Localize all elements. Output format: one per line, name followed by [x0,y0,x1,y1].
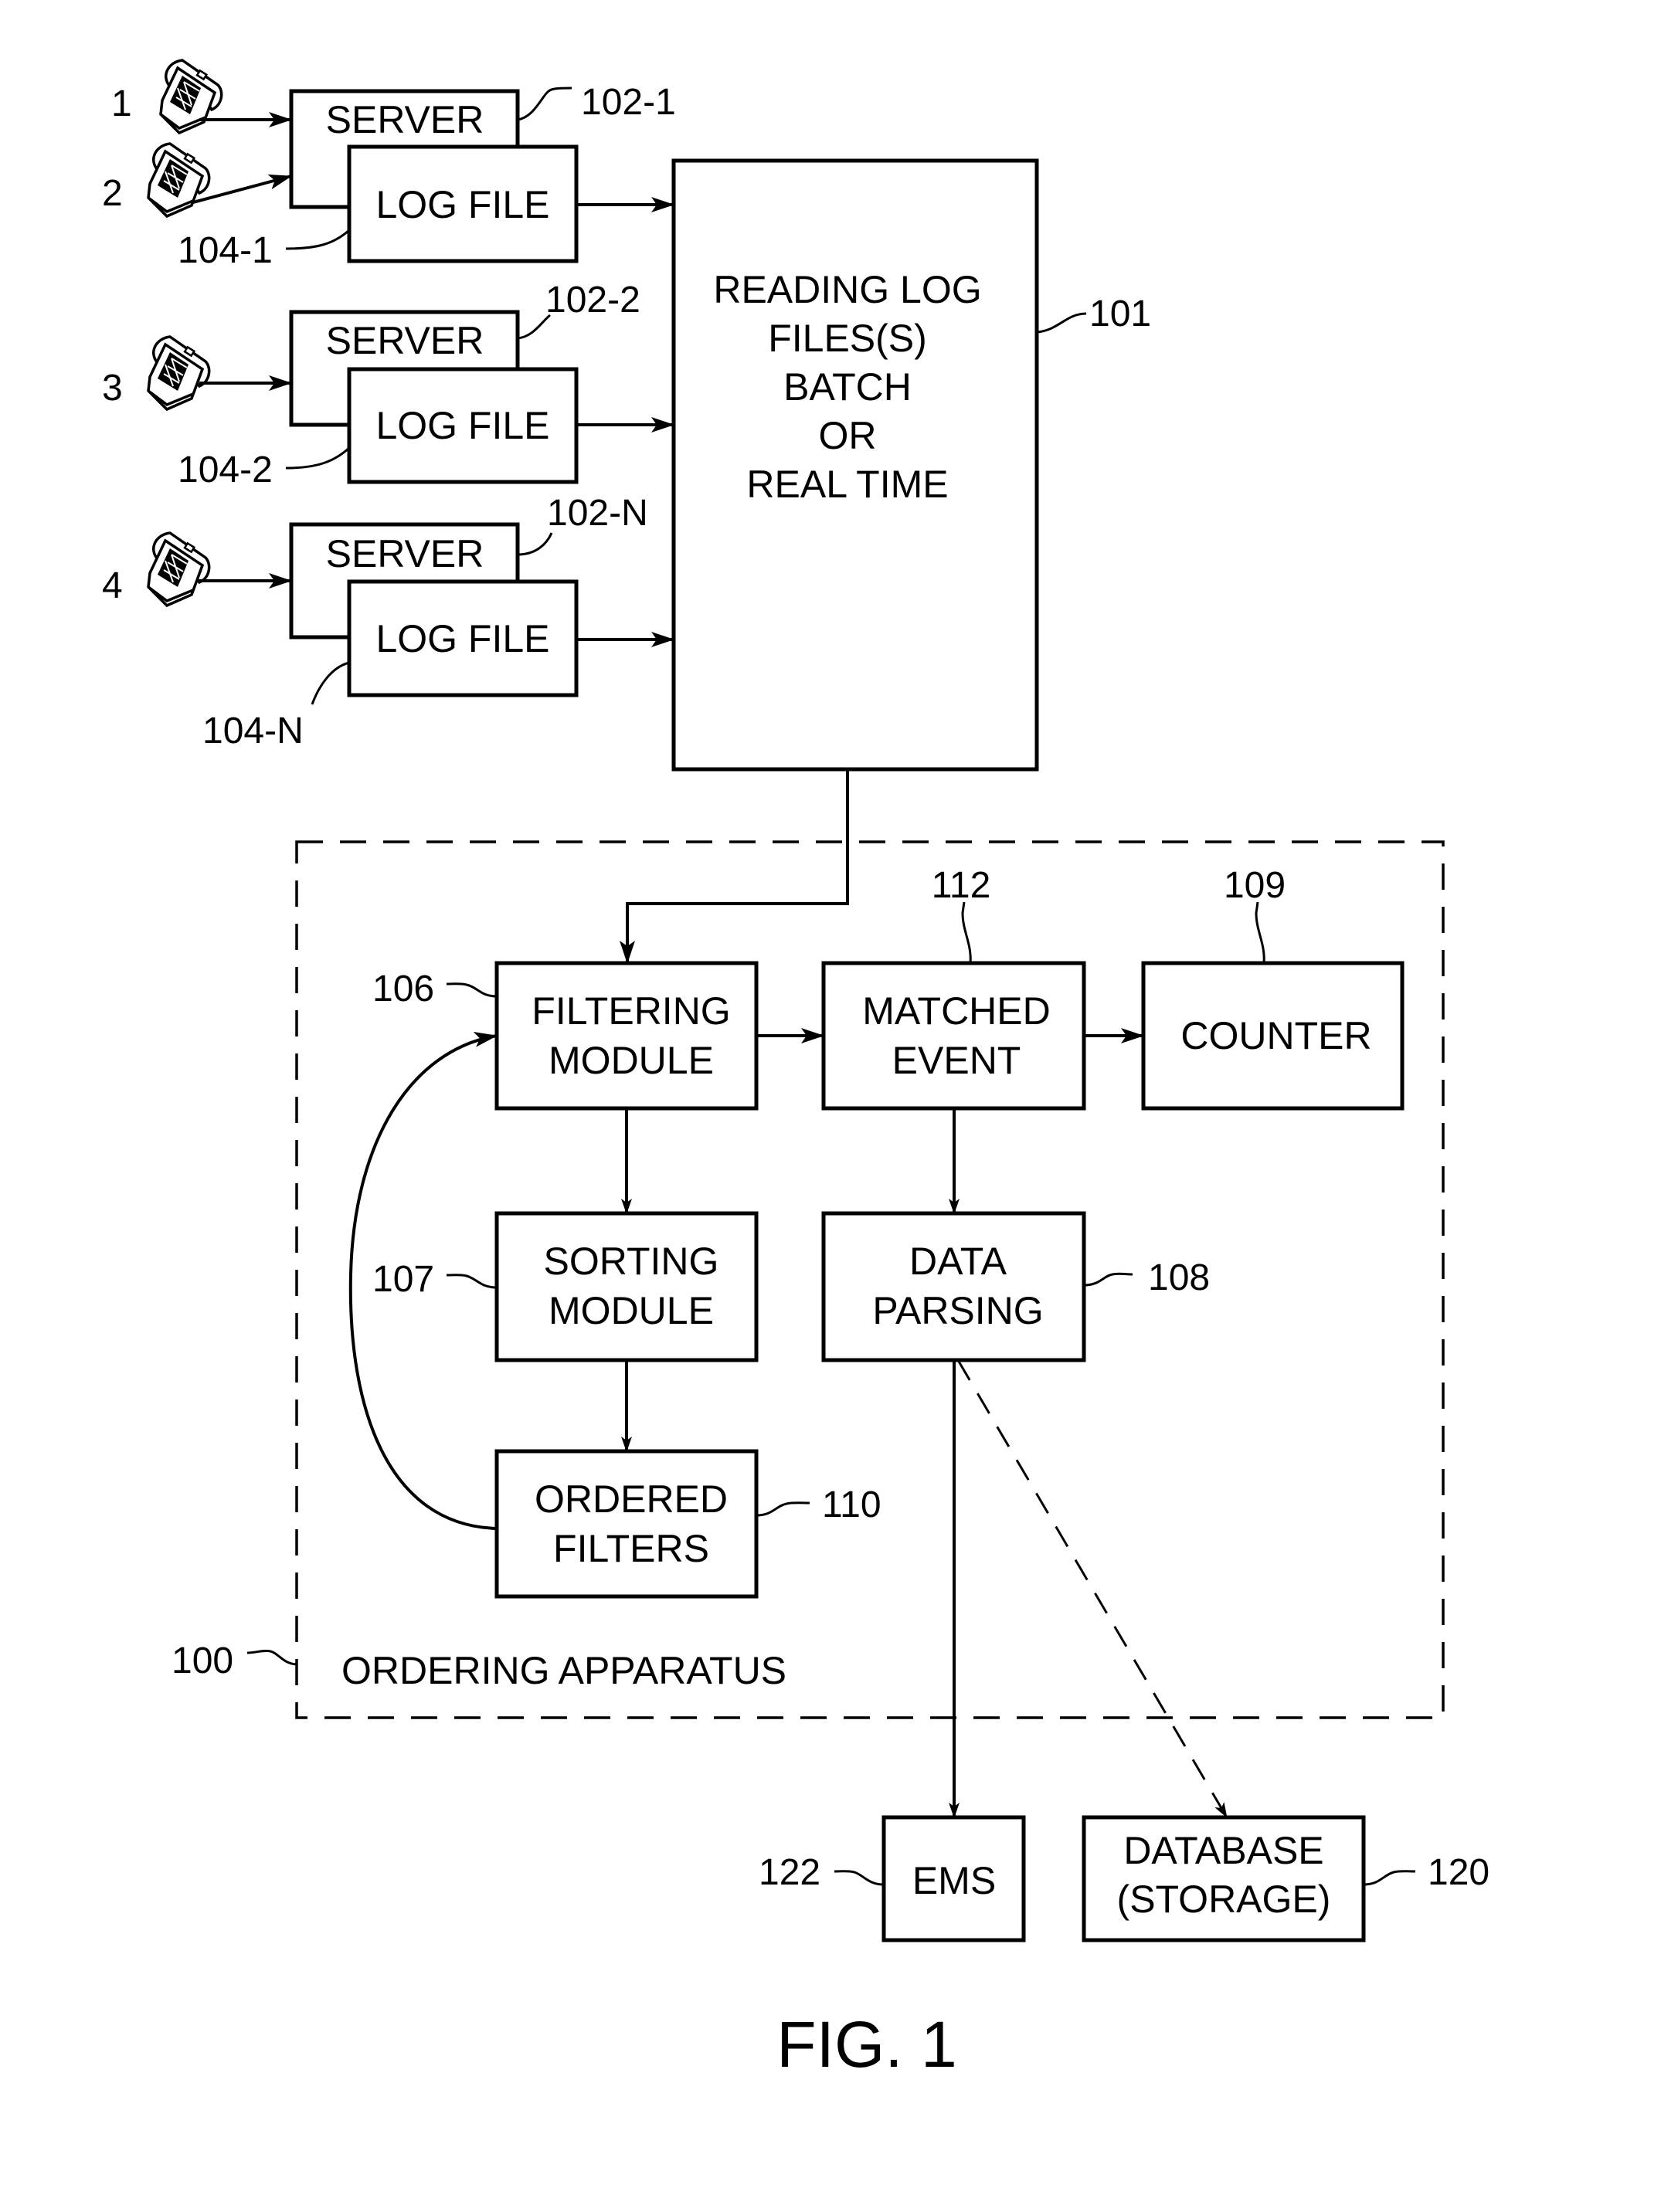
server-label: SERVER [326,532,484,575]
ref-server: 102-2 [545,280,640,321]
filtering-module: FILTERING MODULE 106 [372,961,759,1111]
ordered-filters: ORDERED FILTERS 110 [494,1449,881,1599]
ref-parsing: 108 [1148,1257,1210,1298]
parsing-line-1: DATA [909,1240,1007,1283]
leader-line [446,1274,498,1289]
dashed-arrow-parsing-database [956,1359,1228,1818]
sorting-module: SORTING MODULE 107 [372,1211,759,1362]
database-storage: DATABASE (STORAGE) 120 [1082,1815,1489,1942]
leader-line [1036,312,1087,334]
leader-line [1083,1272,1133,1287]
parsing-box [821,1211,1086,1362]
log-file-label: LOG FILE [375,404,549,447]
leader-line [834,1870,885,1886]
leader-line [961,901,972,964]
leader-line [517,532,553,556]
phone-label: 2 [102,173,123,214]
ref-log-file: 104-1 [178,230,273,271]
ref-log-file: 104-N [202,711,304,751]
sorting-line-2: MODULE [549,1289,714,1332]
server-group-1: SERVER LOG FILE 102-1 104-1 [178,82,676,271]
matched-line-1: MATCHED [862,989,1051,1033]
ref-ems: 122 [759,1852,820,1893]
reader-line-4: OR [819,414,877,457]
ref-database: 120 [1428,1852,1489,1893]
arrow-reader-filtering [620,769,849,964]
matched-line-2: EVENT [892,1039,1021,1082]
telephone-icon [147,142,211,218]
phone-1: 1 [111,59,223,134]
telephone-icon [147,531,211,607]
ref-sorting: 107 [372,1259,434,1300]
ref-server: 102-1 [581,82,676,123]
leader-line [1255,901,1265,964]
ref-apparatus: 100 [172,1640,233,1681]
leader-line [1363,1870,1416,1886]
telephone-icon [147,335,211,411]
ordered-box [494,1449,759,1599]
matched-event: MATCHED EVENT 112 [821,865,1086,1111]
ref-ordered: 110 [822,1484,881,1525]
ref-matched: 112 [932,865,991,906]
database-line-2: (STORAGE) [1117,1878,1331,1921]
matched-box [821,961,1086,1111]
parsing-line-2: PARSING [872,1289,1043,1332]
leader-line [246,1649,297,1666]
ref-filtering: 106 [372,969,434,1009]
ems-line-1: EMS [912,1859,996,1902]
ems: EMS 122 [759,1815,1026,1942]
log-file-label: LOG FILE [375,617,549,660]
telephone-icon [159,59,223,134]
leader-line [446,982,498,998]
reader-block: READING LOG FILES(S) BATCH OR REAL TIME … [671,158,1151,772]
counter-line-1: COUNTER [1180,1014,1371,1057]
server-group-2: SERVER LOG FILE 102-2 104-2 [178,280,640,490]
data-parsing: DATA PARSING 108 [821,1211,1210,1362]
apparatus-label: ORDERING APPARATUS [341,1649,786,1692]
ordered-line-2: FILTERS [553,1527,709,1570]
leader-line [285,446,351,470]
server-label: SERVER [326,319,484,362]
counter: COUNTER 109 [1141,865,1405,1111]
filtering-line-1: FILTERING [532,989,730,1033]
phone-2: 2 [102,142,211,218]
sorting-line-1: SORTING [544,1240,719,1283]
reader-line-5: REAL TIME [746,463,948,506]
log-file-label: LOG FILE [375,183,549,226]
phone-label: 3 [102,368,123,409]
ordered-line-1: ORDERED [535,1477,728,1521]
ref-counter: 109 [1224,865,1286,906]
ref-reader: 101 [1089,293,1151,334]
phone-3: 3 [102,335,211,411]
leader-line [285,229,351,250]
database-line-1: DATABASE [1123,1829,1323,1872]
server-label: SERVER [326,98,484,141]
reader-line-2: FILES(S) [768,317,927,360]
ref-log-file: 104-2 [178,450,273,490]
phone-label: 1 [111,83,132,124]
reader-line-3: BATCH [783,365,912,409]
leader-line [311,661,350,705]
figure-caption: FIG. 1 [776,2008,956,2081]
filtering-line-2: MODULE [549,1039,714,1082]
leader-line [517,87,572,121]
reader-line-1: READING LOG [713,268,981,311]
filtering-box [494,961,759,1111]
phone-4: 4 [102,531,211,607]
sorting-box [494,1211,759,1362]
ref-server: 102-N [547,493,648,534]
patent-diagram: 1 2 3 4 SERVER LOG FILE 102-1 104-1 SERV… [102,59,1489,2081]
phone-label: 4 [102,565,123,606]
server-group-n: SERVER LOG FILE 102-N 104-N [202,493,648,751]
leader-line [756,1501,810,1517]
